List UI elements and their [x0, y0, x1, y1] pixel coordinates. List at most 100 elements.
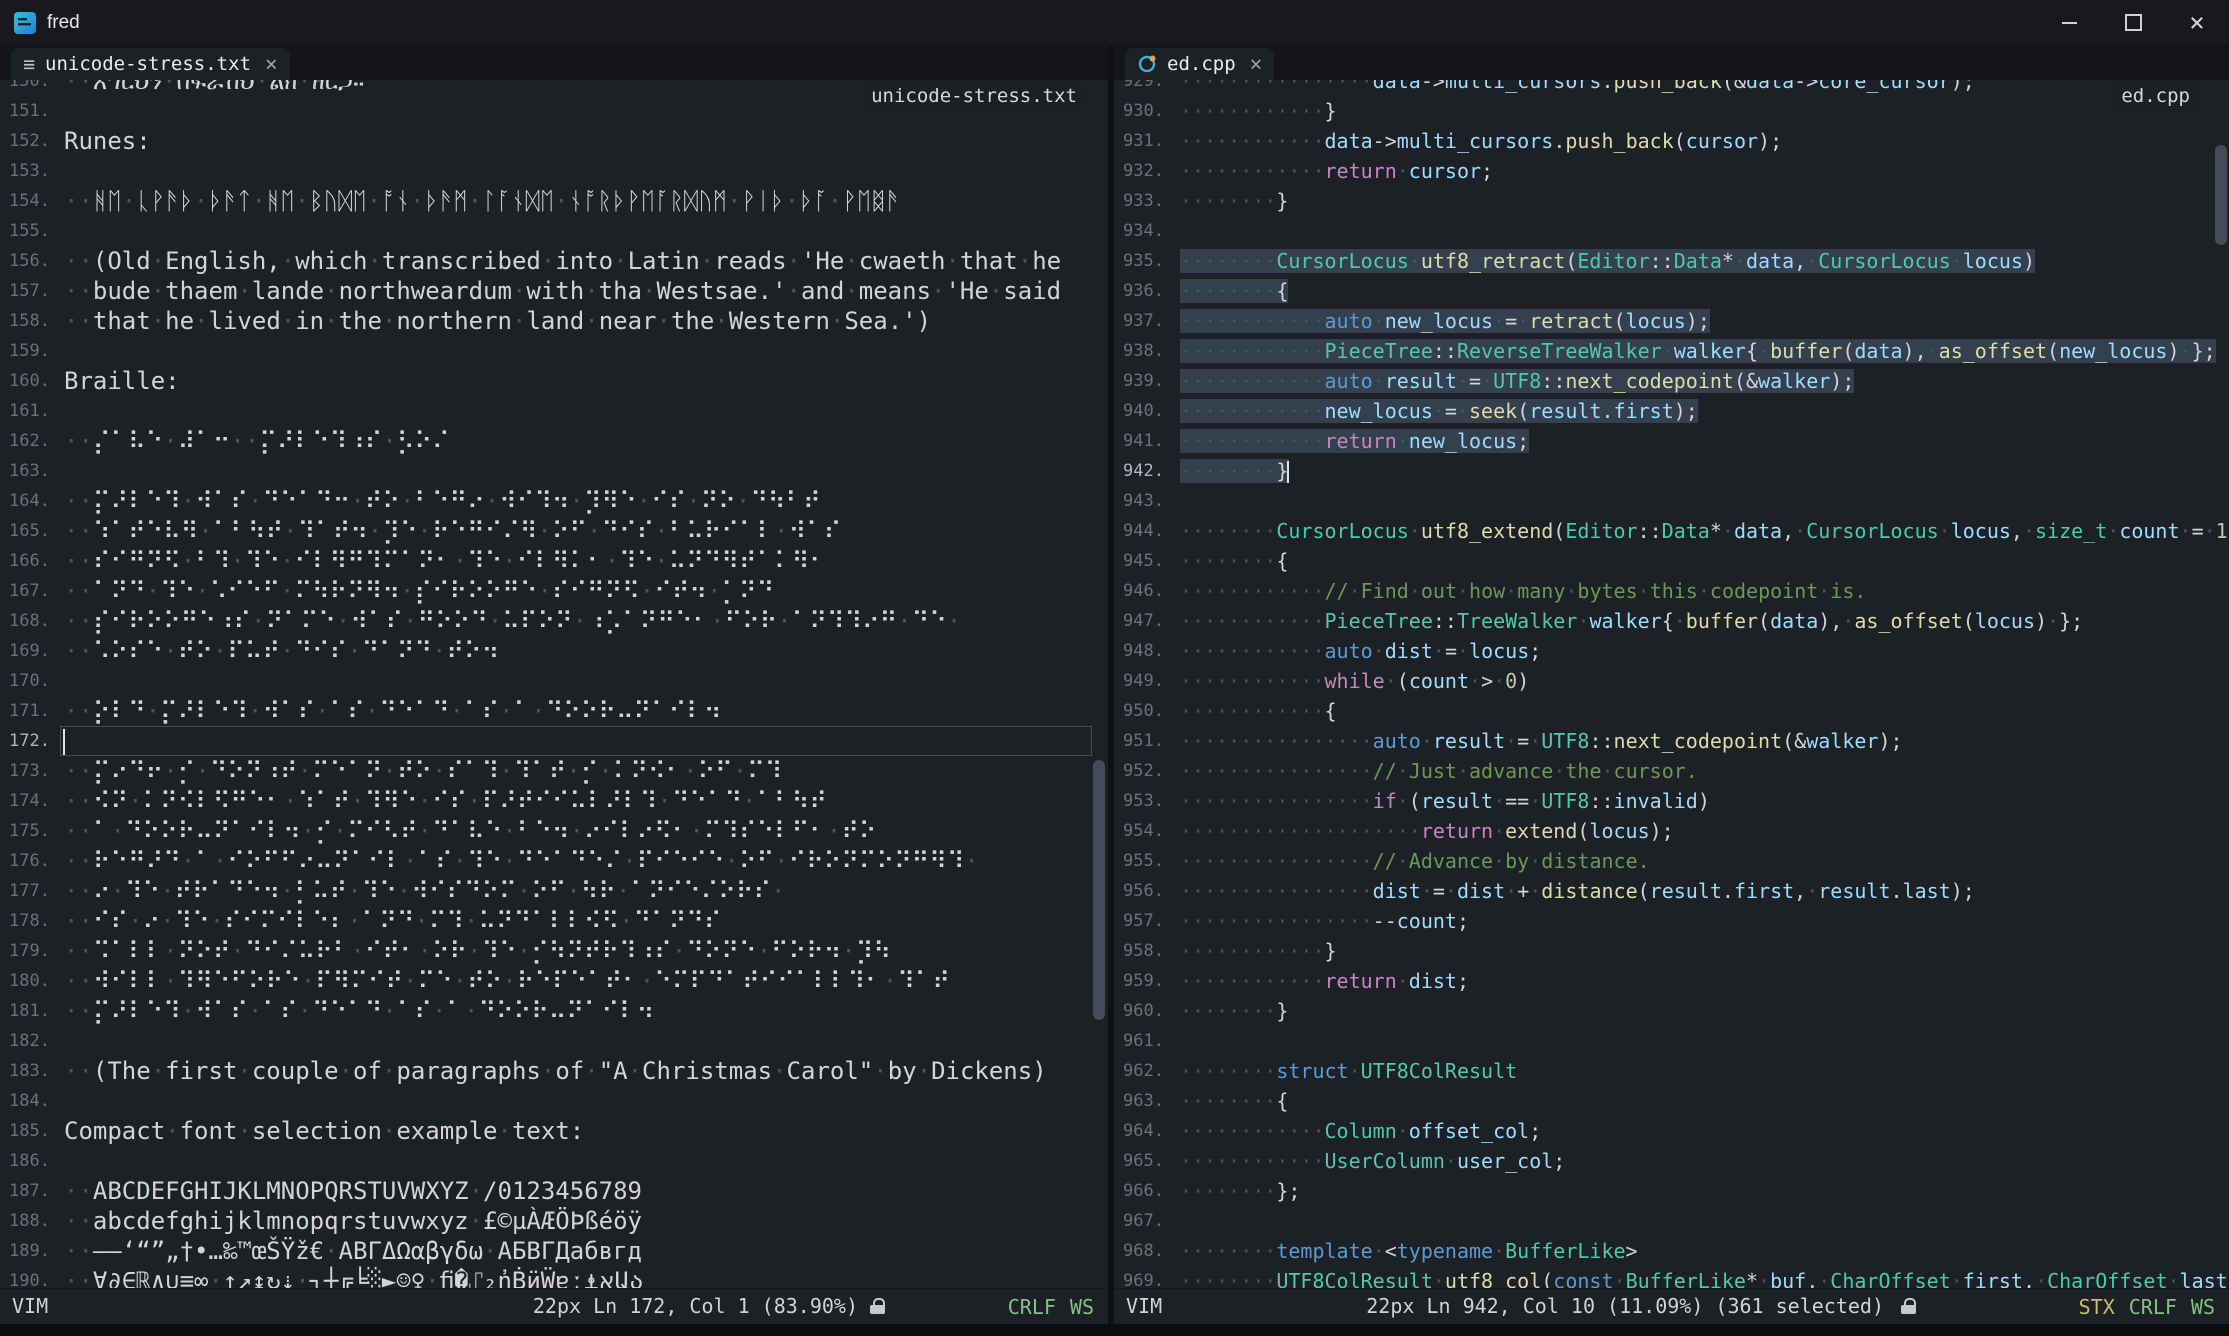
code-line[interactable]: 968.········template·<typename·BufferLik…	[1114, 1236, 2229, 1266]
line-content[interactable]: ········CursorLocus·utf8_retract(Editor:…	[1180, 246, 2035, 276]
line-content[interactable]: ··⠡⠕⠎⠑·⠞⠕·⠏⠥⠞·⠙⠊⠎·⠙⠁⠝⠙·⠞⠕⠲	[64, 636, 499, 666]
line-content[interactable]: ········}	[1180, 186, 1288, 216]
code-line[interactable]: 964.············Column·offset_col;	[1114, 1116, 2229, 1146]
line-content[interactable]: ············//·Find·out·how·many·bytes·t…	[1180, 576, 1866, 606]
code-line[interactable]: 967.	[1114, 1206, 2229, 1236]
line-content[interactable]: ··⡍⠜⠇⠑⠹·⠺⠁⠎·⠙⠑⠁⠙⠒·⠞⠕·⠃⠑⠛⠔·⠺⠊⠹⠲·⡹⠻⠑·⠊⠎·⠝⠕…	[64, 486, 821, 516]
status-flag-stx[interactable]: STX	[2079, 1290, 2115, 1324]
code-line[interactable]: 929.················data->multi_cursors.…	[1114, 80, 2229, 96]
code-line[interactable]: 935.········CursorLocus·utf8_retract(Edi…	[1114, 246, 2229, 276]
code-line[interactable]: 162.··⡌⠁⠧⠑·⠼⠁⠒··⡍⠜⠇⠑⠹⠰⠎·⡣⠕⠌	[0, 426, 1108, 456]
code-line[interactable]: 952.················//·Just·advance·the·…	[1114, 756, 2229, 786]
code-line[interactable]: 174.··⠪⠝·⠅⠝⠪⠇⠫⠛⠑⠂·⠱⠁⠞·⠹⠻⠑·⠊⠎·⠏⠜⠞⠊⠊⠥⠇⠜⠇⠹·…	[0, 786, 1108, 816]
line-content[interactable]: ··(Old·English,·which·transcribed·into·L…	[64, 246, 1061, 276]
line-content[interactable]: ············auto·new_locus·=·retract(loc…	[1180, 306, 1710, 336]
code-line[interactable]: 936.········{	[1114, 276, 2229, 306]
line-content[interactable]: ········UTF8ColResult·utf8_col(const·Buf…	[1180, 1266, 2229, 1288]
code-line[interactable]: 944.········CursorLocus·utf8_extend(Edit…	[1114, 516, 2229, 546]
line-content[interactable]: ········CursorLocus·utf8_extend(Editor::…	[1180, 516, 2229, 546]
code-line[interactable]: 951.················auto·result·=·UTF8::…	[1114, 726, 2229, 756]
code-line[interactable]: 932.············return·cursor;	[1114, 156, 2229, 186]
code-line[interactable]: 183.··(The·first·couple·of·paragraphs·of…	[0, 1056, 1108, 1086]
line-content[interactable]: ··⠗⠑⠛⠜⠙·⠁·⠊⠕⠋⠋⠔⠤⠝⠁⠊⠇·⠁⠎·⠹⠑·⠙⠑⠁⠙⠑⠌·⠏⠊⠑⠊⠑·…	[64, 846, 979, 876]
code-line[interactable]: 157.··bude·thaem·lande·northweardum·with…	[0, 276, 1108, 306]
line-content[interactable]: ··⠩⠁⠇⠇·⠝⠕⠞·⠙⠊⠌⠥⠗⠃·⠊⠞⠂·⠕⠗·⠹⠑·⡊⠳⠝⠞⠗⠹⠰⠎·⠙⠕⠝…	[64, 936, 891, 966]
code-line[interactable]: 166.··⠎⠊⠛⠝⠫·⠃⠹·⠹⠑·⠊⠇⠻⠛⠹⠍⠁⠝⠂·⠹⠑·⠊⠇⠻⠅⠂·⠹⠑·…	[0, 546, 1108, 576]
code-line[interactable]: 931.············data->multi_cursors.push…	[1114, 126, 2229, 156]
code-line[interactable]: 153.	[0, 156, 1108, 186]
line-content[interactable]: ········template·<typename·BufferLike>	[1180, 1236, 1638, 1266]
line-content[interactable]: ··abcdefghijklmnopqrstuvwxyz·£©µÀÆÖÞßéöÿ	[64, 1206, 642, 1236]
line-content[interactable]: ················data->multi_cursors.push…	[1180, 80, 1975, 96]
code-line[interactable]: 186.	[0, 1146, 1108, 1176]
code-line[interactable]: 943.	[1114, 486, 2229, 516]
code-line[interactable]: 950.············{	[1114, 696, 2229, 726]
editor-right[interactable]: 929.················data->multi_cursors.…	[1114, 80, 2229, 1288]
code-line[interactable]: 169.··⠡⠕⠎⠑·⠞⠕·⠏⠥⠞·⠙⠊⠎·⠙⠁⠝⠙·⠞⠕⠲	[0, 636, 1108, 666]
code-line[interactable]: 940.············new_locus·=·seek(result.…	[1114, 396, 2229, 426]
line-content[interactable]: ··ABCDEFGHIJKLMNOPQRSTUVWXYZ·/0123456789	[64, 1176, 642, 1206]
mode-indicator[interactable]: VIM	[12, 1289, 48, 1325]
code-line[interactable]: 190.··∀∂∈ℝ∧∪≡∞·↑↗↨↻⇣·┐┼╔╘░►☺♀·ﬁ�⑀₂ἠḂӥẄɐː…	[0, 1266, 1108, 1288]
line-content[interactable]: ··(The·first·couple·of·paragraphs·of·"A·…	[64, 1056, 1047, 1086]
line-content[interactable]: Braille:	[64, 366, 180, 396]
code-line[interactable]: 171.··⡕⠇⠙·⡍⠜⠇⠑⠹·⠺⠁⠎·⠁⠎·⠙⠑⠁⠙·⠁⠎·⠁·⠙⠕⠕⠗⠤⠝⠁…	[0, 696, 1108, 726]
code-line[interactable]: 960.········}	[1114, 996, 2229, 1026]
code-line[interactable]: 966.········};	[1114, 1176, 2229, 1206]
line-content[interactable]: ················//·Just·advance·the·curs…	[1180, 756, 1698, 786]
line-content[interactable]: ············return·dist;	[1180, 966, 1469, 996]
code-line[interactable]: 163.	[0, 456, 1108, 486]
line-content[interactable]: ············while·(count·>·0)	[1180, 666, 1529, 696]
line-content[interactable]: ············data->multi_cursors.push_bac…	[1180, 126, 1782, 156]
line-content[interactable]: ········};	[1180, 1176, 1300, 1206]
code-line[interactable]: 934.	[1114, 216, 2229, 246]
status-flag-ws[interactable]: WS	[1070, 1290, 1094, 1324]
code-line[interactable]: 969.········UTF8ColResult·utf8_col(const…	[1114, 1266, 2229, 1288]
code-line[interactable]: 181.··⡍⠜⠇⠑⠹·⠺⠁⠎·⠁⠎·⠙⠑⠁⠙·⠁⠎·⠁·⠙⠕⠕⠗⠤⠝⠁⠊⠇⠲	[0, 996, 1108, 1026]
line-content[interactable]: ············}	[1180, 96, 1337, 126]
line-content[interactable]: ················--count;	[1180, 906, 1469, 936]
line-content[interactable]: ··⡎⠊⠗⠕⠕⠛⠑⠰⠎·⠝⠁⠍⠑·⠺⠁⠎·⠛⠕⠕⠙·⠥⠏⠕⠝·⠰⡡⠁⠝⠛⠑⠂·⠋…	[64, 606, 961, 636]
status-flag-ws[interactable]: WS	[2191, 1290, 2215, 1324]
line-content[interactable]: ········struct·UTF8ColResult	[1180, 1056, 1517, 1086]
code-line[interactable]: 955.················//·Advance·by·distan…	[1114, 846, 2229, 876]
line-content[interactable]: ········{	[1180, 546, 1288, 576]
line-content[interactable]: ··bude·thaem·lande·northweardum·with·tha…	[64, 276, 1061, 306]
line-content[interactable]: ··–—‘“”„†•…‰™œŠŸž€·ΑΒΓΔΩαβγδω·АБВГДабвгд	[64, 1236, 642, 1266]
code-line[interactable]: 177.··⠔·⠹⠑·⠞⠗⠁⠙⠑⠲·⡃⠥⠞·⠹⠑·⠺⠊⠎⠙⠕⠍·⠕⠋·⠳⠗·⠁⠝…	[0, 876, 1108, 906]
editor-left[interactable]: 150.··እግርህን·በፍራሽህ·ልክ·ዘርጋ።151.152.Runes:1…	[0, 80, 1108, 1288]
line-content[interactable]: ········{	[1180, 1086, 1288, 1116]
code-line[interactable]: 957.················--count;	[1114, 906, 2229, 936]
code-line[interactable]: 170.	[0, 666, 1108, 696]
line-content[interactable]: ··⡍⠜⠇⠑⠹·⠺⠁⠎·⠁⠎·⠙⠑⠁⠙·⠁⠎·⠁·⠙⠕⠕⠗⠤⠝⠁⠊⠇⠲	[64, 996, 654, 1026]
line-content[interactable]: ··⠎⠊⠛⠝⠫·⠃⠹·⠹⠑·⠊⠇⠻⠛⠹⠍⠁⠝⠂·⠹⠑·⠊⠇⠻⠅⠂·⠹⠑·⠥⠝⠙⠻…	[64, 546, 827, 576]
code-line[interactable]: 961.	[1114, 1026, 2229, 1056]
tab-unicode-stress[interactable]: ≡ unicode-stress.txt ×	[11, 48, 290, 80]
line-content[interactable]: ········}	[1180, 996, 1288, 1026]
line-content[interactable]: ··⠱⠁⠞⠑⠧⠻·⠁⠃⠳⠞·⠹⠁⠞⠲·⡹⠑·⠗⠑⠛⠊⠌⠻·⠕⠋·⠙⠊⠎·⠃⠥⠗⠊…	[64, 516, 841, 546]
code-line[interactable]: 941.············return·new_locus;	[1114, 426, 2229, 456]
code-line[interactable]: 168.··⡎⠊⠗⠕⠕⠛⠑⠰⠎·⠝⠁⠍⠑·⠺⠁⠎·⠛⠕⠕⠙·⠥⠏⠕⠝·⠰⡡⠁⠝⠛…	[0, 606, 1108, 636]
line-content[interactable]: ··⠁⠝⠙·⠹⠑·⠡⠊⠑⠋·⠍⠳⠗⠝⠻⠲·⡎⠊⠗⠕⠕⠛⠑·⠎⠊⠛⠝⠫·⠊⠞⠲·⡁…	[64, 576, 774, 606]
code-line[interactable]: 930.············}	[1114, 96, 2229, 126]
code-line[interactable]: 158.··that·he·lived·in·the·northern·land…	[0, 306, 1108, 336]
line-content[interactable]: ············PieceTree::TreeWalker·walker…	[1180, 606, 2083, 636]
code-line[interactable]: 179.··⠩⠁⠇⠇·⠝⠕⠞·⠙⠊⠌⠥⠗⠃·⠊⠞⠂·⠕⠗·⠹⠑·⡊⠳⠝⠞⠗⠹⠰⠎…	[0, 936, 1108, 966]
line-content[interactable]: ··∀∂∈ℝ∧∪≡∞·↑↗↨↻⇣·┐┼╔╘░►☺♀·ﬁ�⑀₂ἠḂӥẄɐː⍎אԱა	[64, 1266, 644, 1288]
code-line[interactable]: 173.··⡍⠔⠙⠖·⡊·⠙⠕⠝⠰⠞·⠍⠑⠁⠝·⠞⠕·⠎⠁⠹·⠹⠁⠞·⡊·⠅⠝⠪…	[0, 756, 1108, 786]
code-line[interactable]: 155.	[0, 216, 1108, 246]
line-content[interactable]: ············UserColumn·user_col;	[1180, 1146, 1565, 1176]
code-line[interactable]: 954.····················return·extend(lo…	[1114, 816, 2229, 846]
code-line[interactable]: 180.··⠺⠊⠇⠇·⠹⠻⠑⠋⠕⠗⠑·⠏⠻⠍⠊⠞·⠍⠑·⠞⠕·⠗⠑⠏⠑⠁⠞⠂·⠑…	[0, 966, 1108, 996]
line-content[interactable]: ··⡍⠔⠙⠖·⡊·⠙⠕⠝⠰⠞·⠍⠑⠁⠝·⠞⠕·⠎⠁⠹·⠹⠁⠞·⡊·⠅⠝⠪⠂·⠕⠋…	[64, 756, 782, 786]
line-content[interactable]: ············{	[1180, 696, 1337, 726]
code-line[interactable]: 159.	[0, 336, 1108, 366]
line-content[interactable]: Runes:	[64, 126, 151, 156]
line-content[interactable]: ··⡌⠁⠧⠑·⠼⠁⠒··⡍⠜⠇⠑⠹⠰⠎·⡣⠕⠌	[64, 426, 450, 456]
line-content[interactable]: ··⡕⠇⠙·⡍⠜⠇⠑⠹·⠺⠁⠎·⠁⠎·⠙⠑⠁⠙·⠁⠎·⠁·⠙⠕⠕⠗⠤⠝⠁⠊⠇⠲	[64, 696, 721, 726]
code-line[interactable]: 963.········{	[1114, 1086, 2229, 1116]
code-line[interactable]: 176.··⠗⠑⠛⠜⠙·⠁·⠊⠕⠋⠋⠔⠤⠝⠁⠊⠇·⠁⠎·⠹⠑·⠙⠑⠁⠙⠑⠌·⠏⠊…	[0, 846, 1108, 876]
code-line[interactable]: 948.············auto·dist·=·locus;	[1114, 636, 2229, 666]
code-line[interactable]: 965.············UserColumn·user_col;	[1114, 1146, 2229, 1176]
tab-ed-cpp[interactable]: ed.cpp ×	[1125, 48, 1274, 80]
